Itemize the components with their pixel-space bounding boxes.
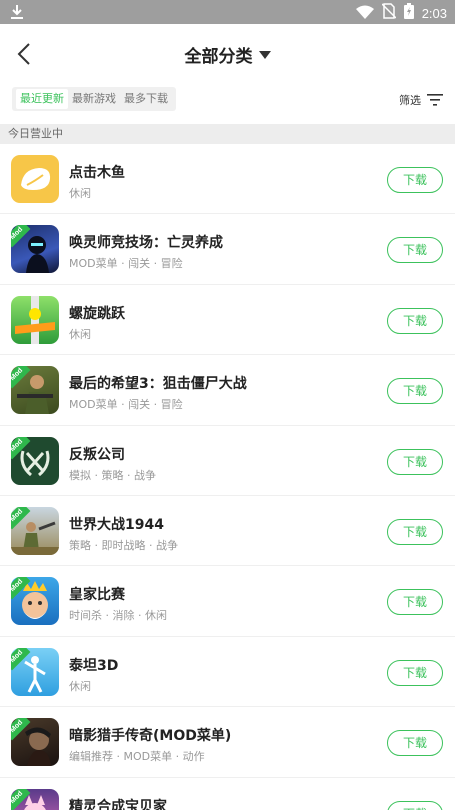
app-name: 点击木鱼 xyxy=(69,165,125,181)
tab-newest-games[interactable]: 最新游戏 xyxy=(68,89,120,109)
rebel-wreath-app-icon: Mod xyxy=(11,436,59,485)
app-name: 泰坦3D xyxy=(69,657,119,674)
download-button[interactable]: 下载 xyxy=(387,237,443,264)
helix-ball-app-icon xyxy=(11,295,59,344)
app-name: 最后的希望3：狙击僵尸大战 xyxy=(69,376,247,393)
status-time: 2:03 xyxy=(421,5,447,21)
app-tags: 模拟 · 策略 · 战争 xyxy=(69,468,156,482)
list-item[interactable]: 螺旋跳跃 休闲 下载 xyxy=(0,284,455,356)
header: 全部分类 xyxy=(0,24,455,84)
wooden-fish-app-icon xyxy=(11,155,59,203)
list-item[interactable]: 点击木鱼 休闲 下载 xyxy=(0,144,455,215)
list-item[interactable]: Mod 反叛公司 模拟 · 策略 · 战争 下载 xyxy=(0,425,455,496)
app-name: 反叛公司 xyxy=(69,446,125,463)
filter-icon xyxy=(427,94,443,106)
download-button[interactable]: 下载 xyxy=(387,167,443,193)
titan-app-icon: Mod xyxy=(11,647,59,696)
ninja-app-icon: Mod xyxy=(11,225,59,274)
app-tags: 时间杀 · 消除 · 休闲 xyxy=(69,609,167,623)
download-button[interactable]: 下载 xyxy=(387,800,443,810)
app-tags: 策略 · 即时战略 · 战争 xyxy=(69,538,178,552)
category-dropdown[interactable]: 全部分类 xyxy=(0,42,455,67)
filter-label: 筛选 xyxy=(399,94,421,107)
list-item[interactable]: Mod 世界大战1944 策略 · 即时战略 · 战争 下载 xyxy=(0,495,455,567)
app-name: 皇家比赛 xyxy=(69,587,125,604)
app-tags: MOD菜单 · 闯关 · 冒险 xyxy=(69,257,183,271)
list-item[interactable]: Mod 精灵合成宝贝家 下载 xyxy=(0,777,455,810)
app-name: 螺旋跳跃 xyxy=(69,305,125,322)
section-header: 今日营业中 xyxy=(0,124,455,144)
caret-down-icon xyxy=(258,50,271,59)
app-tags: 休闲 xyxy=(69,187,91,200)
app-list: 点击木鱼 休闲 下载 Mod 唤灵师竞技场：亡灵养成 MOD菜单 · 闯关 · … xyxy=(0,144,455,810)
soldier-app-icon: Mod xyxy=(11,366,59,415)
tab-recent-update[interactable]: 最近更新 xyxy=(16,89,68,109)
sort-tabs: 最近更新 最新游戏 最多下载 xyxy=(12,87,176,111)
app-tags: 休闲 xyxy=(69,679,91,693)
list-item[interactable]: Mod 皇家比赛 时间杀 · 消除 · 休闲 下载 xyxy=(0,566,455,637)
wifi-icon xyxy=(355,4,374,23)
app-name: 世界大战1944 xyxy=(69,516,164,533)
battery-icon xyxy=(403,3,414,23)
page-title: 全部分类 xyxy=(184,47,253,67)
download-button[interactable]: 下载 xyxy=(387,448,443,475)
app-name: 暗影猎手传奇(MOD菜单) xyxy=(69,728,232,745)
shadow-hunter-app-icon: Mod xyxy=(11,718,59,767)
app-tags: MOD菜单 · 闯关 · 冒险 xyxy=(69,398,183,412)
download-button[interactable]: 下载 xyxy=(387,307,443,334)
no-sim-icon xyxy=(381,3,397,23)
app-name: 精灵合成宝贝家 xyxy=(69,798,167,810)
download-button[interactable]: 下载 xyxy=(387,659,443,686)
sort-bar: 最近更新 最新游戏 最多下载 筛选 xyxy=(0,84,455,122)
ww-soldiers-app-icon: Mod xyxy=(11,506,59,555)
download-button[interactable]: 下载 xyxy=(387,589,443,616)
download-notification-icon xyxy=(10,4,24,24)
king-app-icon: Mod xyxy=(11,577,59,626)
list-item[interactable]: Mod 唤灵师竞技场：亡灵养成 MOD菜单 · 闯关 · 冒险 下载 xyxy=(0,214,455,285)
status-bar: 2:03 xyxy=(0,0,455,24)
list-item[interactable]: Mod 最后的希望3：狙击僵尸大战 MOD菜单 · 闯关 · 冒险 下载 xyxy=(0,355,455,426)
download-button[interactable]: 下载 xyxy=(387,378,443,405)
app-tags: 休闲 xyxy=(69,327,91,341)
app-tags: 编辑推荐 · MOD菜单 · 动作 xyxy=(69,750,205,764)
list-item[interactable]: Mod 暗影猎手传奇(MOD菜单) 编辑推荐 · MOD菜单 · 动作 下载 xyxy=(0,707,455,778)
filter-button[interactable]: 筛选 xyxy=(399,92,443,108)
tab-most-downloads[interactable]: 最多下载 xyxy=(120,89,172,109)
download-button[interactable]: 下载 xyxy=(387,518,443,545)
download-button[interactable]: 下载 xyxy=(387,730,443,757)
app-name: 唤灵师竞技场：亡灵养成 xyxy=(69,235,223,252)
sprite-app-icon: Mod xyxy=(11,788,59,810)
list-item[interactable]: Mod 泰坦3D 休闲 下载 xyxy=(0,636,455,708)
